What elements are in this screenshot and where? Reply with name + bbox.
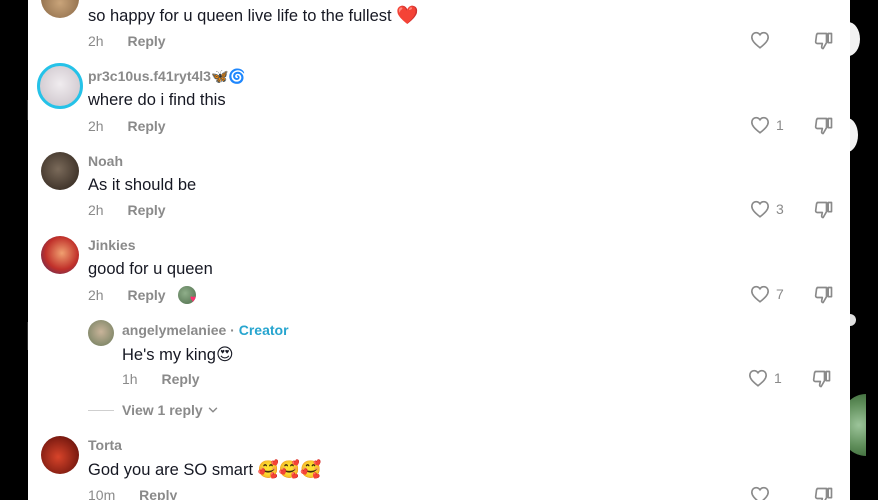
like-button[interactable]: 1: [748, 369, 782, 387]
comment-username[interactable]: Noah: [88, 153, 123, 169]
comments-panel[interactable]: so happy for u queen live life to the fu…: [28, 0, 850, 500]
like-count: 1: [774, 370, 782, 386]
comment-text: good for u queen: [88, 260, 213, 278]
like-button[interactable]: 3: [750, 200, 784, 218]
comment-text: where do i find this: [88, 91, 226, 109]
heart-outline-icon: [750, 31, 770, 49]
heart-outline-icon: [750, 486, 770, 500]
heart-outline-icon: [748, 369, 768, 387]
reply-button[interactable]: Reply: [139, 487, 177, 500]
thumbs-down-icon[interactable]: [814, 116, 834, 136]
view-replies-label: View 1 reply: [122, 402, 203, 418]
thumbs-down-icon[interactable]: [814, 200, 834, 220]
reply-button[interactable]: Reply: [127, 33, 165, 49]
avatar[interactable]: [41, 152, 79, 190]
reply-button[interactable]: Reply: [161, 371, 199, 387]
like-count: 1: [776, 117, 784, 133]
comment-text: so happy for u queen live life to the fu…: [88, 5, 419, 25]
heart-emoji: ❤️: [396, 5, 419, 25]
comment-meta: 2h Reply: [88, 118, 166, 134]
username-emoji: 🦋🌀: [210, 69, 246, 85]
like-count: 3: [776, 201, 784, 217]
reply-button[interactable]: Reply: [127, 287, 165, 303]
creator-badge: Creator: [238, 322, 289, 338]
comment-time: 2h: [88, 287, 104, 303]
thumbs-down-icon[interactable]: [814, 486, 834, 500]
comment-username[interactable]: angelymelaniee · Creator: [122, 322, 289, 338]
comment-time: 1h: [122, 371, 138, 387]
comment-text: As it should be: [88, 176, 197, 194]
comment-time: 10m: [88, 487, 116, 500]
thumbs-down-icon[interactable]: [814, 31, 834, 51]
comment-text: God you are SO smart 🥰🥰🥰: [88, 460, 322, 480]
comment-username[interactable]: Torta: [88, 437, 122, 453]
avatar[interactable]: [41, 236, 79, 274]
chevron-down-icon: [208, 407, 217, 413]
thumbs-down-icon[interactable]: [812, 369, 832, 389]
like-button[interactable]: [750, 486, 776, 500]
view-replies-button[interactable]: View 1 reply: [88, 402, 220, 418]
heart-outline-icon: [750, 200, 770, 218]
separator: ·: [230, 322, 235, 338]
divider: [88, 409, 114, 411]
like-button[interactable]: 7: [750, 285, 784, 303]
avatar-story-ring[interactable]: [37, 63, 83, 109]
comment-time: 2h: [88, 33, 104, 49]
smiling-hearts-emoji: 🥰🥰🥰: [257, 460, 322, 480]
reply-button[interactable]: Reply: [127, 202, 165, 218]
comment-meta: 1h Reply: [122, 371, 200, 387]
comment-text: He's my king😍: [122, 345, 234, 365]
thumbs-down-icon[interactable]: [814, 285, 834, 305]
comment-meta: 2h Reply: [88, 202, 166, 218]
heart-eyes-emoji: 😍: [215, 345, 234, 365]
reply-button[interactable]: Reply: [127, 118, 165, 134]
comment-time: 2h: [88, 118, 104, 134]
comment-username[interactable]: pr3c10us.f41ryt4l3🦋🌀: [88, 68, 246, 85]
comment-time: 2h: [88, 202, 104, 218]
avatar[interactable]: [41, 436, 79, 474]
comment-meta: 2h Reply: [88, 287, 166, 303]
like-button[interactable]: [750, 31, 776, 49]
like-count: 7: [776, 286, 784, 302]
heart-outline-icon: [750, 116, 770, 134]
comment-meta: 2h Reply: [88, 33, 166, 49]
comment-meta: 10m Reply: [88, 487, 177, 500]
comment-username[interactable]: Jinkies: [88, 237, 135, 253]
heart-outline-icon: [750, 285, 770, 303]
heart-icon: ♥: [190, 294, 196, 305]
avatar[interactable]: [88, 320, 114, 346]
avatar[interactable]: [41, 0, 79, 18]
like-button[interactable]: 1: [750, 116, 784, 134]
